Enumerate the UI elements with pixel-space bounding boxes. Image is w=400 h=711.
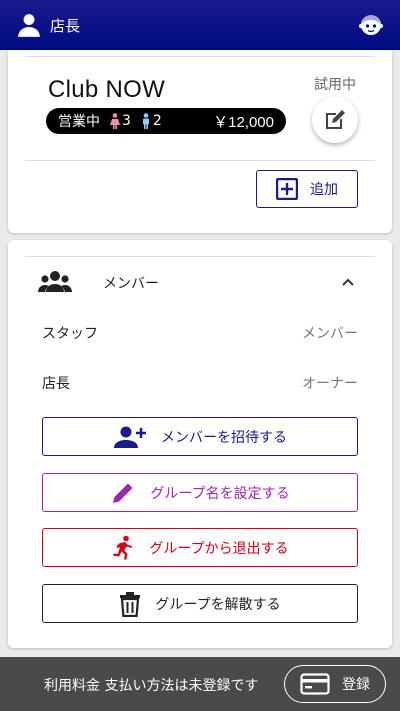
rename-group-button[interactable]: グループ名を設定する: [42, 473, 358, 512]
club-card: Club NOW 試用中 営業中 3 2 ￥12,000 追加: [8, 50, 392, 233]
invite-member-button[interactable]: メンバーを招待する: [42, 417, 358, 456]
add-box-icon: [276, 178, 298, 200]
club-name: Club NOW: [48, 76, 166, 103]
member-name: スタッフ: [42, 326, 98, 342]
register-label: 登録: [342, 677, 370, 693]
divider: [25, 160, 375, 161]
trash-icon: [120, 591, 141, 617]
rename-label: グループ名を設定する: [150, 485, 290, 502]
leave-label: グループから退出する: [149, 540, 289, 557]
person-add-icon: [114, 426, 146, 448]
top-app-bar: 店長: [0, 0, 400, 50]
dissolve-label: グループを解散する: [155, 596, 281, 613]
price: ￥12,000: [213, 113, 274, 131]
female-count: 3: [110, 113, 131, 129]
add-button[interactable]: 追加: [256, 170, 358, 208]
billing-notice: 利用料金 支払い方法は未登録です: [44, 678, 259, 694]
male-count: 2: [141, 113, 162, 129]
edit-icon: [326, 110, 345, 129]
add-button-label: 追加: [310, 182, 338, 198]
user-icon[interactable]: [16, 12, 42, 38]
page-title: 店長: [50, 16, 81, 35]
face-icon[interactable]: [358, 12, 384, 38]
register-button[interactable]: 登録: [284, 665, 386, 703]
members-card: メンバー スタッフ メンバー 店長 オーナー メンバーを招待する グループ名を設…: [8, 240, 392, 648]
exit-run-icon: [113, 535, 133, 559]
member-role: オーナー: [302, 376, 358, 392]
divider: [25, 256, 375, 257]
pencil-icon: [113, 483, 133, 503]
female-icon: [110, 113, 120, 129]
open-status: 営業中: [58, 114, 100, 130]
divider: [25, 56, 375, 57]
members-header-label: メンバー: [103, 276, 159, 292]
member-row[interactable]: スタッフ メンバー: [42, 322, 358, 344]
male-icon: [142, 113, 149, 129]
member-row[interactable]: 店長 オーナー: [42, 372, 358, 394]
invite-label: メンバーを招待する: [161, 429, 287, 446]
chevron-up-icon[interactable]: [340, 274, 356, 290]
members-section-header[interactable]: メンバー: [8, 264, 392, 300]
member-name: 店長: [42, 376, 70, 392]
trial-status: 試用中: [314, 77, 356, 93]
edit-button[interactable]: [312, 97, 358, 143]
member-role: メンバー: [302, 326, 358, 342]
group-icon: [38, 271, 72, 292]
dissolve-group-button[interactable]: グループを解散する: [42, 584, 358, 623]
credit-card-icon: [300, 673, 330, 695]
billing-footer: 利用料金 支払い方法は未登録です 登録: [0, 657, 400, 711]
leave-group-button[interactable]: グループから退出する: [42, 528, 358, 567]
status-pill: 営業中 3 2 ￥12,000: [46, 108, 286, 134]
